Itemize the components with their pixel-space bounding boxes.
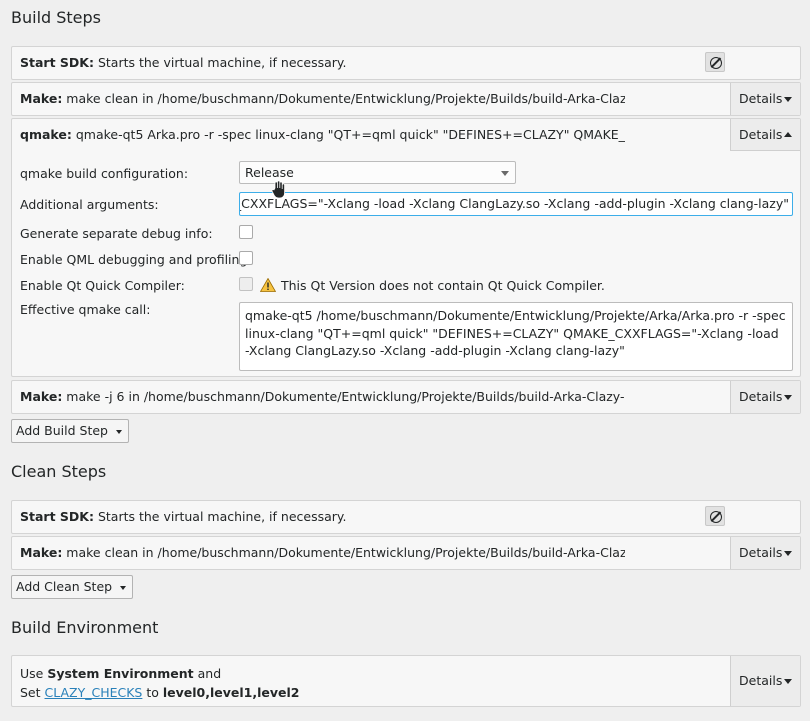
clean-steps-title: Clean Steps <box>11 462 107 481</box>
step-summary: Start SDK: Starts the virtual machine, i… <box>20 509 347 524</box>
step-summary: Start SDK: Starts the virtual machine, i… <box>20 55 347 70</box>
chevron-down-icon <box>501 171 509 176</box>
chevron-up-icon <box>784 132 792 137</box>
disable-step-icon[interactable] <box>705 506 725 526</box>
additional-args-label: Additional arguments: <box>20 197 159 212</box>
hand-cursor-icon <box>271 180 285 199</box>
step-summary: qmake: qmake-qt5 Arka.pro -r -spec linux… <box>20 127 625 142</box>
add-clean-step-button[interactable]: Add Clean Step <box>11 575 134 599</box>
build-qmake-step: qmake: qmake-qt5 Arka.pro -r -spec linux… <box>11 118 801 377</box>
quick-compiler-warning: This Qt Version does not contain Qt Quic… <box>281 278 605 293</box>
chevron-down-icon <box>116 430 122 434</box>
step-summary: Make: make -j 6 in /home/buschmann/Dokum… <box>20 389 625 404</box>
env-var-link[interactable]: CLAZY_CHECKS <box>45 685 143 700</box>
effective-call-label: Effective qmake call: <box>20 302 151 317</box>
build-env-summary: Use System Environment and Set CLAZY_CHE… <box>11 655 801 707</box>
chevron-down-icon <box>784 97 792 102</box>
build-config-label: qmake build configuration: <box>20 166 189 181</box>
chevron-down-icon <box>784 395 792 400</box>
build-steps-title: Build Steps <box>11 8 102 27</box>
details-button[interactable]: Details <box>730 83 800 115</box>
clean-make-clean-step: Make: make clean in /home/buschmann/Doku… <box>11 536 801 570</box>
details-button[interactable]: Details <box>730 119 800 151</box>
build-make-step: Make: make -j 6 in /home/buschmann/Dokum… <box>11 380 801 414</box>
clean-start-sdk-step: Start SDK: Starts the virtual machine, i… <box>11 500 801 534</box>
details-button[interactable]: Details <box>730 537 800 569</box>
env-use-line: Use System Environment and <box>20 666 222 681</box>
build-make-clean-step: Make: make clean in /home/buschmann/Doku… <box>11 82 801 116</box>
env-set-line: Set CLAZY_CHECKS to level0,level1,level2 <box>20 685 300 700</box>
effective-call-text[interactable]: qmake-qt5 /home/buschmann/Dokumente/Entw… <box>239 302 793 371</box>
quick-compiler-checkbox[interactable] <box>239 277 253 291</box>
step-summary: Make: make clean in /home/buschmann/Doku… <box>20 91 625 106</box>
quick-compiler-label: Enable Qt Quick Compiler: <box>20 278 185 293</box>
disable-step-icon[interactable] <box>705 52 725 72</box>
details-button[interactable]: Details <box>730 656 800 706</box>
chevron-down-icon <box>784 679 792 684</box>
step-summary: Make: make clean in /home/buschmann/Doku… <box>20 545 625 560</box>
add-build-step-button[interactable]: Add Build Step <box>11 419 129 443</box>
details-button[interactable]: Details <box>730 381 800 413</box>
build-start-sdk-step: Start SDK: Starts the virtual machine, i… <box>11 46 801 80</box>
chevron-down-icon <box>784 551 792 556</box>
qml-debug-label: Enable QML debugging and profiling: <box>20 252 252 267</box>
chevron-down-icon <box>120 586 127 590</box>
qml-debug-checkbox[interactable] <box>239 251 253 265</box>
separate-debug-checkbox[interactable] <box>239 225 253 239</box>
warning-icon <box>260 278 276 292</box>
separate-debug-label: Generate separate debug info: <box>20 226 213 241</box>
build-env-title: Build Environment <box>11 618 159 637</box>
additional-args-input[interactable]: "DEFINES+=CLAZY" QMAKE_CXXFLAGS="-Xclang… <box>239 192 793 216</box>
